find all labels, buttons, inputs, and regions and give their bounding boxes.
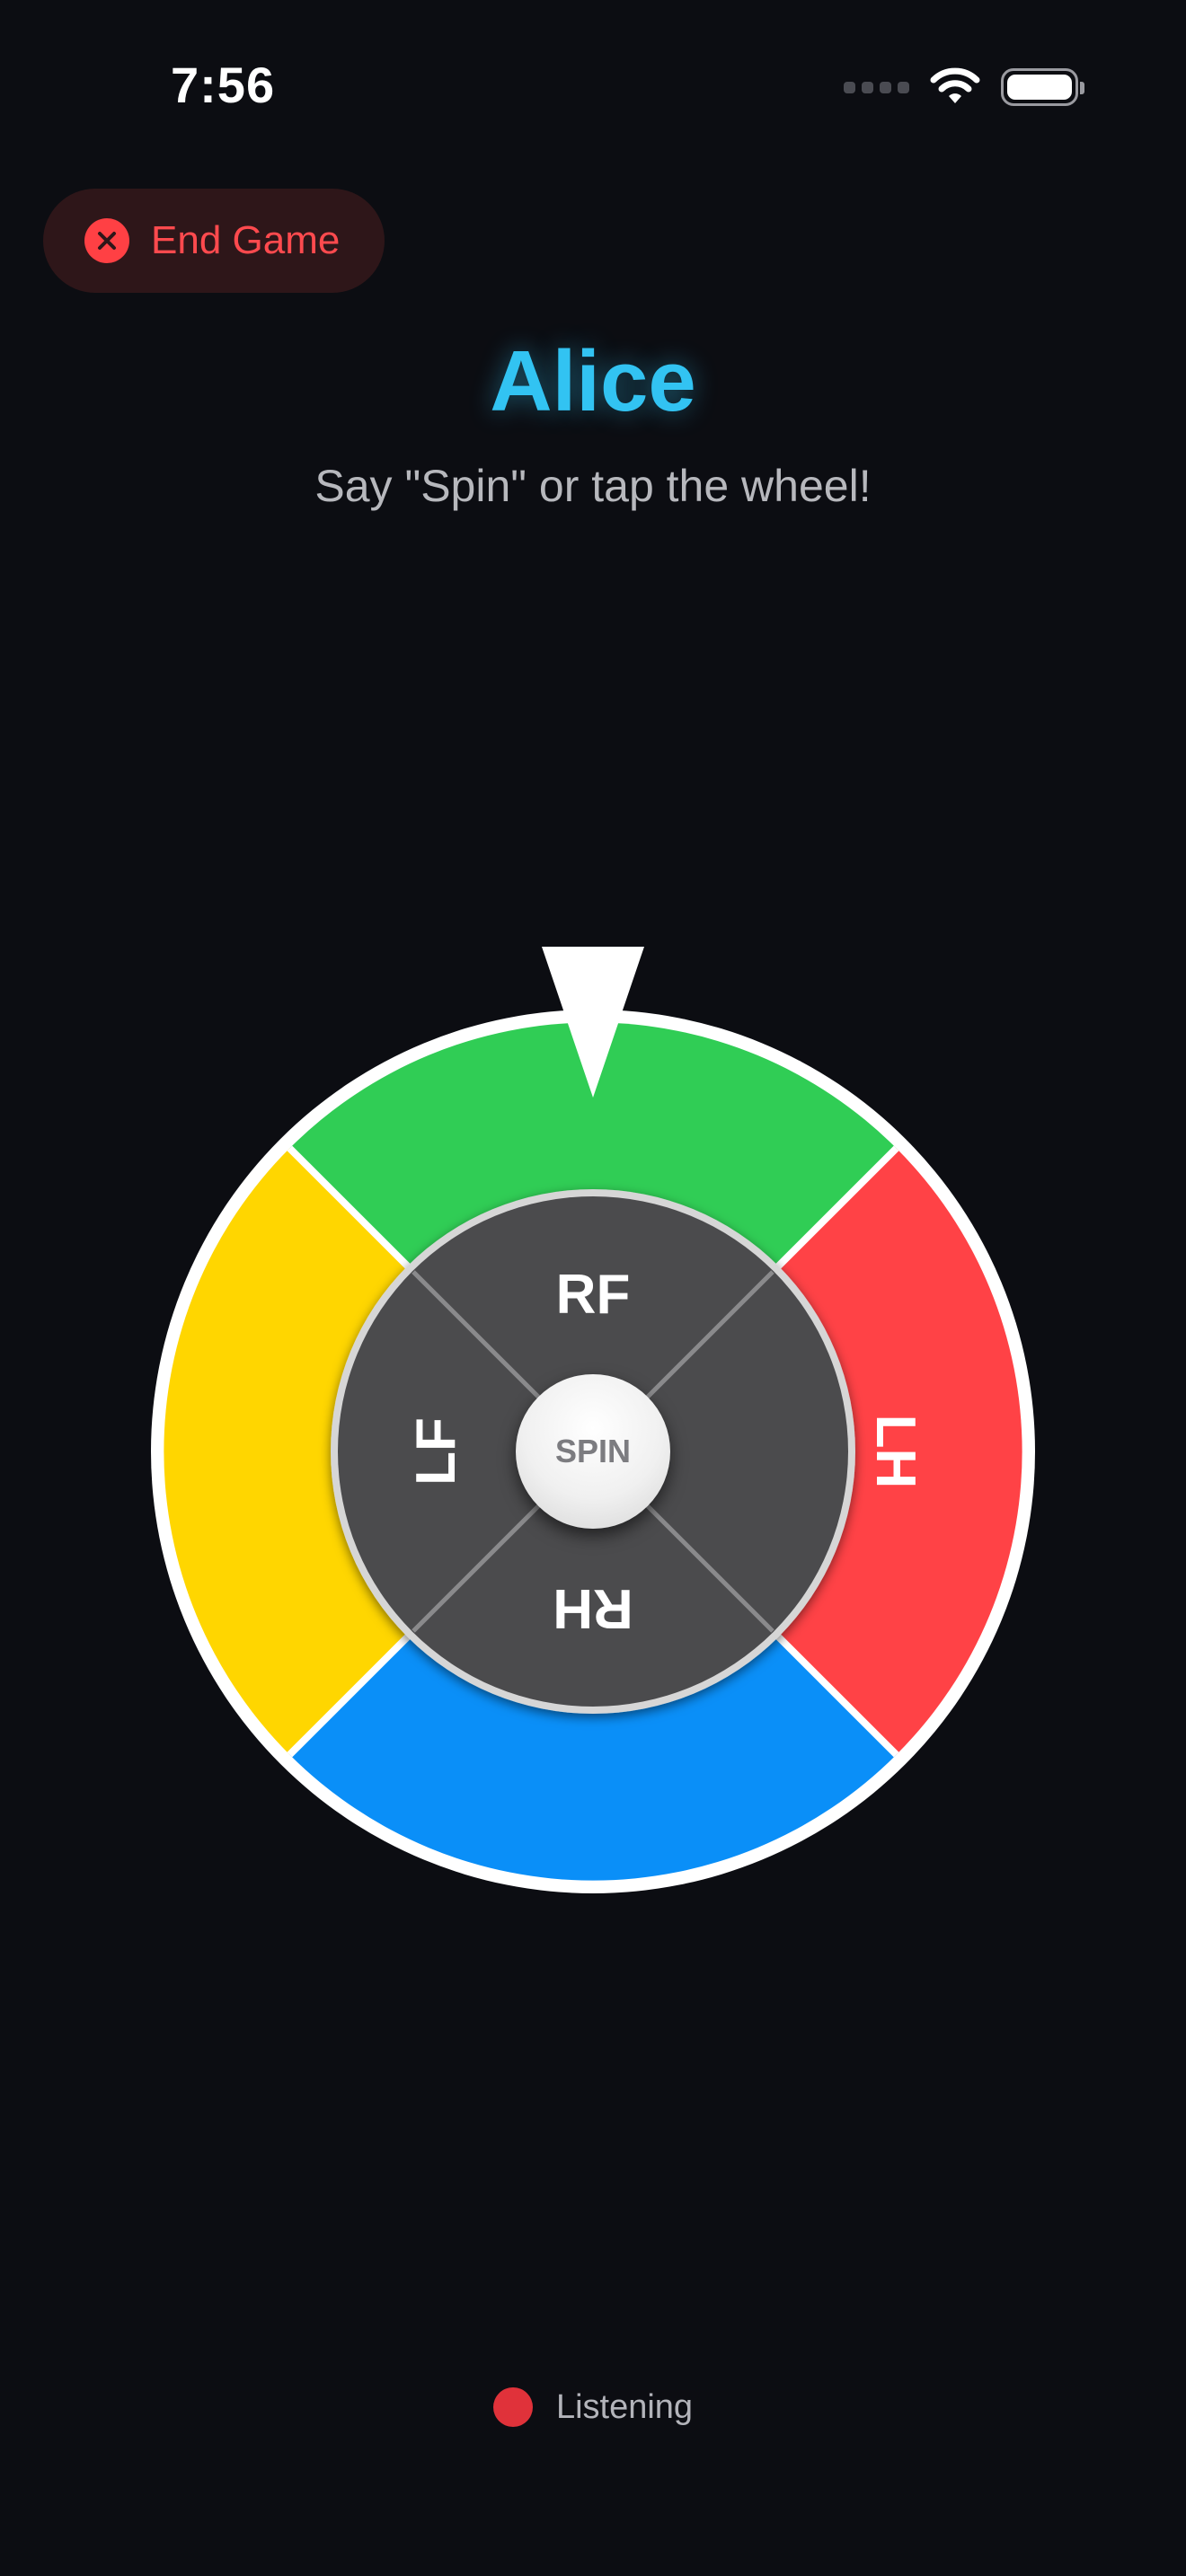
listening-indicator: Listening (0, 2387, 1186, 2427)
end-game-button[interactable]: End Game (43, 189, 385, 293)
limb-label-left: LF (405, 1417, 467, 1486)
spin-button[interactable]: SPIN (516, 1374, 670, 1529)
limb-label-top: RF (556, 1264, 631, 1326)
spin-instruction: Say "Spin" or tap the wheel! (314, 461, 872, 511)
game-screen: 7:56 End Game Alice Say "Spin" or tap th… (0, 0, 1186, 2576)
recording-dot-icon (492, 2387, 533, 2427)
spinner-wheel[interactable]: RF LH RH LF SPIN (144, 934, 1042, 1940)
listening-label: Listening (555, 2387, 694, 2426)
status-time: 7:56 (171, 57, 276, 113)
cellular-signal-icon (844, 81, 909, 93)
limb-label-bottom: RH (553, 1577, 633, 1639)
limb-label-right: LH (864, 1415, 926, 1489)
battery-icon (1001, 68, 1084, 106)
close-circle-icon (84, 218, 129, 263)
current-player-name: Alice (490, 333, 696, 429)
wifi-icon (930, 67, 980, 103)
status-icons (844, 63, 1084, 111)
end-game-label: End Game (151, 218, 341, 262)
